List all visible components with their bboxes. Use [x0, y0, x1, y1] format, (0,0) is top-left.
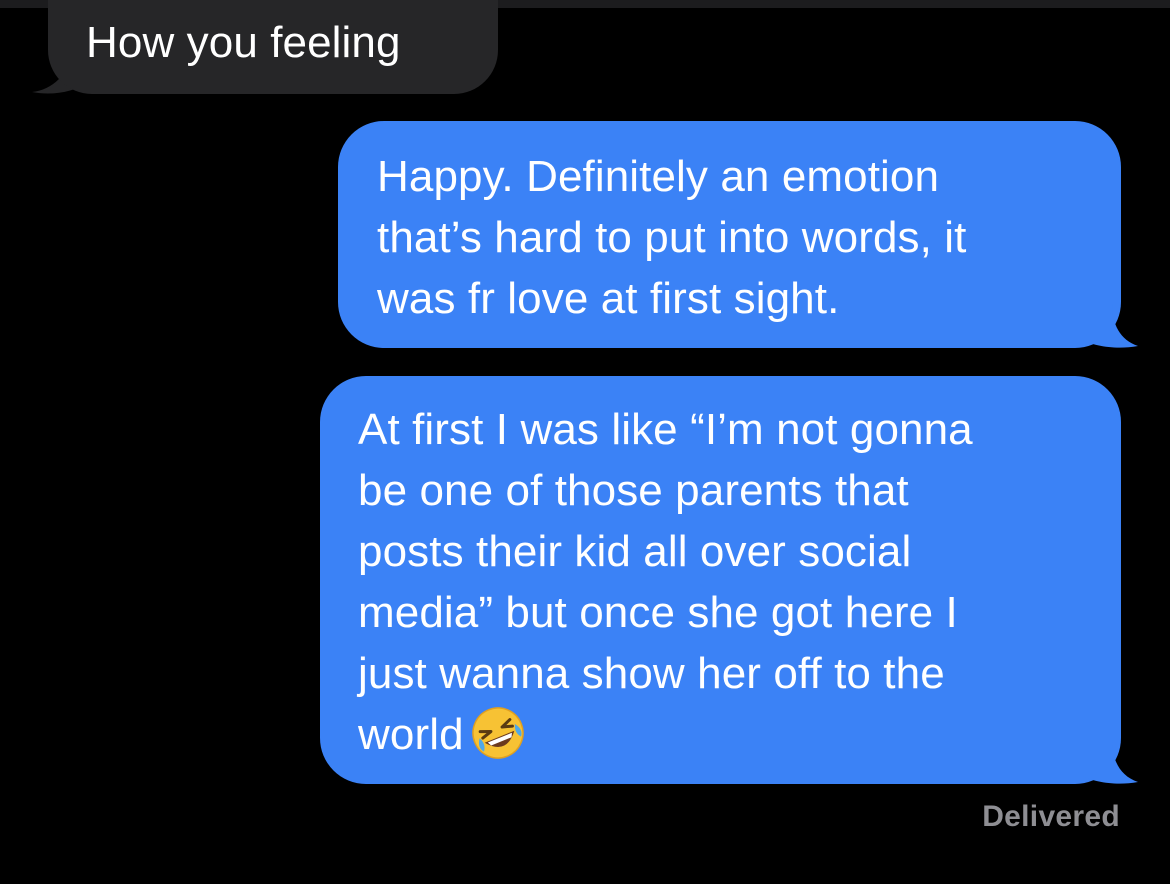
message-text-line: just wanna show her off to the: [358, 649, 945, 698]
message-text-line: media” but once she got here I: [358, 588, 958, 637]
sent-message-bubble[interactable]: Happy. Definitely an emotion that’s hard…: [338, 121, 1121, 348]
rolling-on-the-floor-laughing-emoji-icon: [471, 707, 524, 760]
message-last-line: world: [358, 704, 1101, 765]
received-message-bubble[interactable]: How you feeling: [48, 0, 498, 94]
sent-bubble-tail: [1082, 304, 1138, 348]
message-text-line: was fr love at first sight.: [377, 274, 840, 323]
delivered-status: Delivered: [982, 800, 1120, 833]
sent-message-bubble[interactable]: At first I was like “I’m not gonna be on…: [320, 376, 1121, 784]
message-text-line: At first I was like “I’m not gonna: [358, 405, 973, 454]
message-text-line: world: [358, 710, 464, 759]
message-text-line: How you feeling: [86, 18, 401, 67]
message-text-line: be one of those parents that: [358, 466, 909, 515]
sent-bubble-tail: [1082, 740, 1138, 784]
message-text-line: Happy. Definitely an emotion: [377, 152, 940, 201]
message-text-line: posts their kid all over social: [358, 527, 912, 576]
message-text-line: that’s hard to put into words, it: [377, 213, 967, 262]
